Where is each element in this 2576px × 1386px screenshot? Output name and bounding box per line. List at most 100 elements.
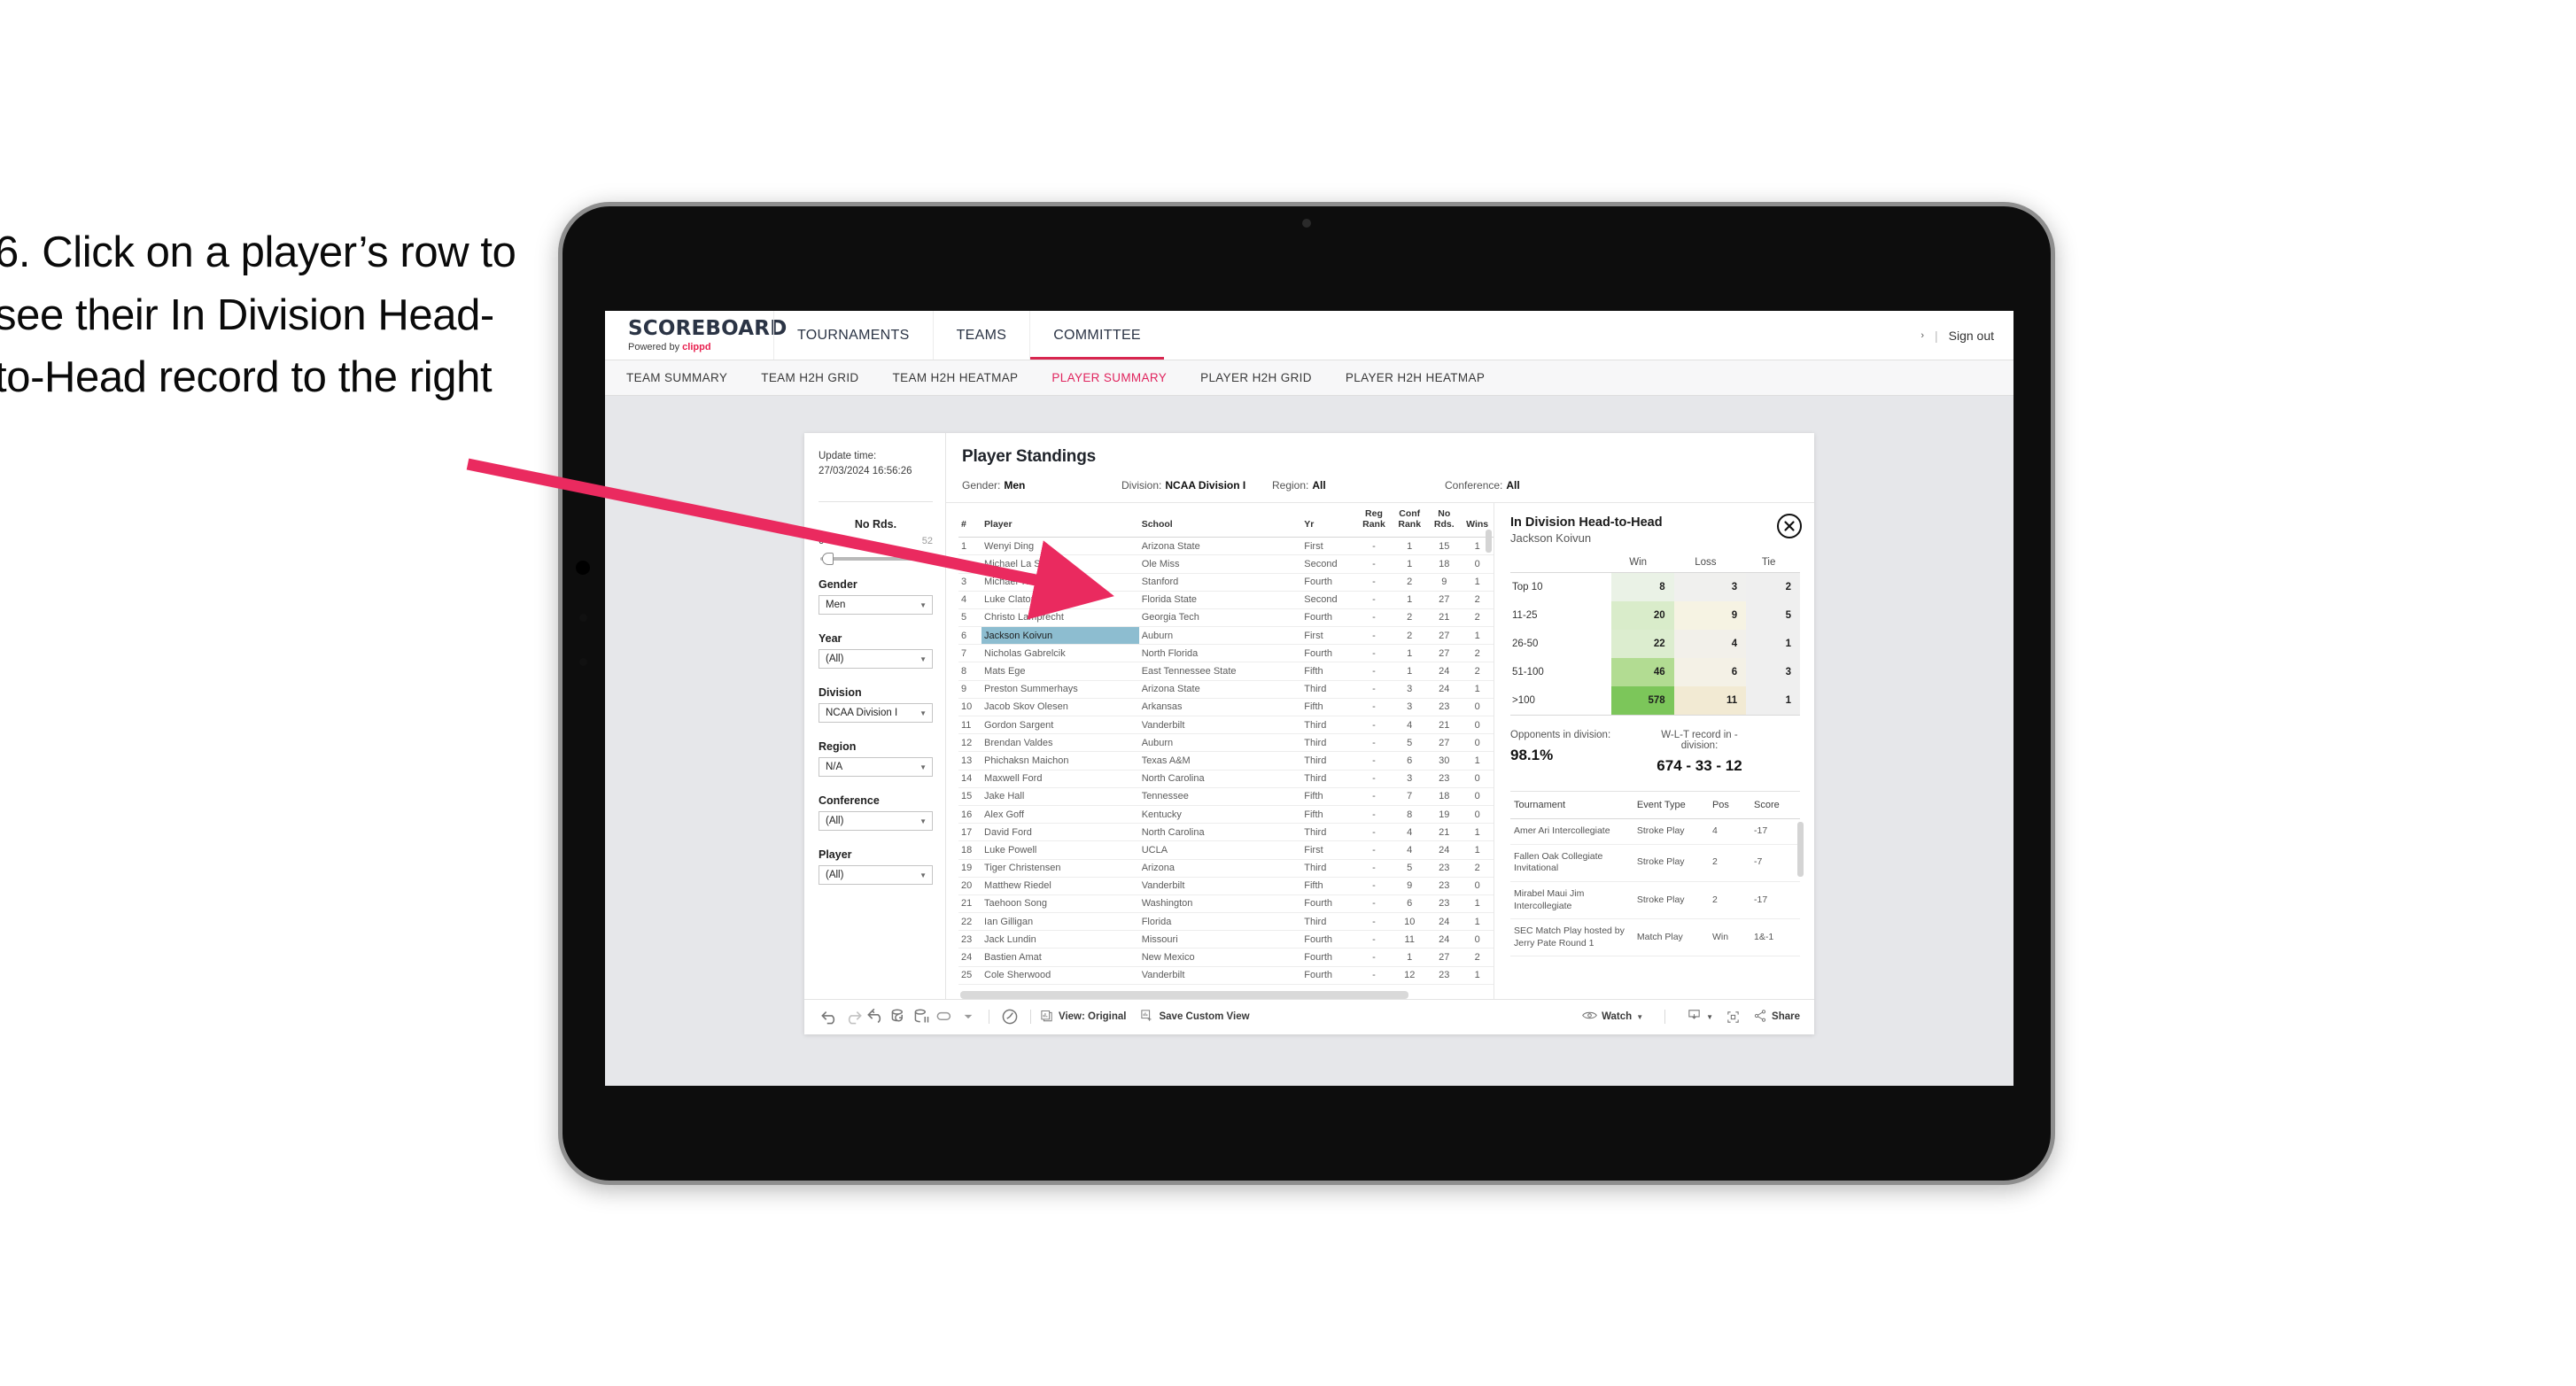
cell-wins: 2 (1461, 859, 1494, 878)
cell-conf-rank: 7 (1392, 787, 1428, 806)
table-row[interactable]: 12 Brendan Valdes Auburn Third -5 27 0 (958, 733, 1494, 753)
cell-rank: 10 (958, 698, 982, 717)
tournament-scrollbar[interactable] (1797, 822, 1804, 877)
heatmap-cell[interactable]: 3 (1746, 658, 1800, 686)
filter-region-select[interactable]: N/A ▼ (819, 757, 933, 778)
cell-wins: 1 (1461, 573, 1494, 592)
cell-year: First (1301, 840, 1356, 860)
sign-out-button[interactable]: Sign out (1949, 329, 1994, 343)
pause-data-icon[interactable] (911, 1005, 934, 1028)
refresh-data-icon[interactable] (888, 1005, 911, 1028)
table-row[interactable]: 13 Phichaksn Maichon Texas A&M Third -6 30 1 (958, 751, 1494, 770)
table-vertical-scrollbar[interactable] (1486, 530, 1492, 553)
download-button[interactable]: ▼ (1687, 1008, 1713, 1026)
table-row[interactable]: 25 Cole Sherwood Vanderbilt Fourth -12 23 1 (958, 966, 1494, 985)
close-icon[interactable] (1777, 514, 1802, 538)
watch-button[interactable]: Watch ▼ (1582, 1010, 1643, 1024)
tournament-row[interactable]: Mirabel Maui Jim Intercollegiate Stroke P… (1510, 881, 1800, 920)
filter-player-select[interactable]: (All) ▼ (819, 865, 933, 886)
tab-team-summary[interactable]: TEAM SUMMARY (626, 371, 727, 384)
tournament-row[interactable]: SEC Match Play hosted by Jerry Pate Roun… (1510, 918, 1800, 957)
nav-committee[interactable]: COMMITTEE (1029, 311, 1164, 360)
cell-event-type: Stroke Play (1633, 818, 1709, 845)
chevron-down-icon[interactable] (957, 1005, 980, 1028)
nav-teams[interactable]: TEAMS (932, 311, 1030, 360)
performance-icon[interactable] (998, 1005, 1021, 1028)
table-row[interactable]: 17 David Ford North Carolina Third -4 21 1 (958, 823, 1494, 842)
filter-year-select[interactable]: (All) ▼ (819, 649, 933, 670)
heatmap-cell[interactable]: 2 (1746, 572, 1800, 601)
table-row[interactable]: 23 Jack Lundin Missouri Fourth -11 24 0 (958, 930, 1494, 949)
heatmap-cell[interactable]: 6 (1673, 658, 1747, 686)
heatmap-cell[interactable]: 1 (1746, 630, 1800, 658)
cell-no-rds: 30 (1427, 751, 1462, 770)
cell-wins: 1 (1461, 823, 1494, 842)
col-year[interactable]: Yr (1301, 503, 1356, 538)
heatmap-cell[interactable]: 9 (1673, 601, 1747, 630)
table-row[interactable]: 7 Nicholas Gabrelcik North Florida Fourth -1… (958, 644, 1494, 663)
view-original-button[interactable]: View: Original (1040, 1009, 1126, 1025)
share-button[interactable]: Share (1753, 1009, 1800, 1026)
cell-school: Texas A&M (1138, 751, 1302, 770)
save-custom-view-button[interactable]: Save Custom View (1140, 1009, 1250, 1025)
heatmap-cell[interactable]: 3 (1673, 572, 1747, 601)
heatmap-cell[interactable]: 1 (1746, 686, 1800, 716)
col-no-rds[interactable]: No Rds. (1427, 503, 1462, 538)
tab-team-h2h-heatmap[interactable]: TEAM H2H HEATMAP (893, 371, 1019, 384)
heatmap-cell[interactable]: 46 (1610, 658, 1674, 686)
tournament-row[interactable]: Fallen Oak Collegiate Invitational Stroke… (1510, 844, 1800, 882)
table-row[interactable]: 16 Alex Goff Kentucky Fifth -8 19 0 (958, 805, 1494, 825)
table-row[interactable]: 15 Jake Hall Tennessee Fifth -7 18 0 (958, 787, 1494, 806)
heatmap-cell[interactable]: 578 (1610, 686, 1674, 716)
tab-player-h2h-heatmap[interactable]: PLAYER H2H HEATMAP (1346, 371, 1485, 384)
filter-conference-select[interactable]: (All) ▼ (819, 811, 933, 832)
table-row[interactable]: 22 Ian Gilligan Florida Third -10 24 1 (958, 912, 1494, 932)
heatmap-cell[interactable]: 22 (1610, 630, 1674, 658)
cell-reg-rank: - (1355, 823, 1393, 842)
heatmap-cell[interactable]: 4 (1673, 630, 1747, 658)
tab-player-summary[interactable]: PLAYER SUMMARY (1051, 371, 1167, 384)
col-event-type[interactable]: Event Type (1633, 792, 1709, 819)
fullscreen-icon[interactable] (1726, 1010, 1741, 1025)
heatmap-cell[interactable]: 5 (1746, 601, 1800, 630)
cell-year: Fifth (1301, 787, 1356, 806)
table-row[interactable]: 19 Tiger Christensen Arizona Third -5 23 2 (958, 859, 1494, 878)
table-row[interactable]: 9 Preston Summerhays Arizona State Third -3 2… (958, 680, 1494, 699)
cell-year: Third (1301, 751, 1356, 770)
table-row[interactable]: 21 Taehoon Song Washington Fourth -6 23 1 (958, 894, 1494, 914)
filter-division-value: NCAA Division I (826, 708, 898, 719)
cell-player: Jack Lundin (982, 930, 1139, 949)
filter-division-select[interactable]: NCAA Division I ▼ (819, 703, 933, 724)
table-row[interactable]: 18 Luke Powell UCLA First -4 24 1 (958, 840, 1494, 860)
table-row[interactable]: 20 Matthew Riedel Vanderbilt Fifth -9 23 0 (958, 877, 1494, 895)
table-horizontal-scrollbar[interactable] (960, 990, 1408, 999)
filter-player-value: (All) (826, 870, 844, 881)
nav-tournaments[interactable]: TOURNAMENTS (773, 311, 933, 360)
redo-icon[interactable] (842, 1005, 865, 1028)
view-original-label: View: Original (1059, 1011, 1127, 1023)
col-reg-rank[interactable]: Reg Rank (1355, 503, 1393, 538)
undo-icon[interactable] (819, 1005, 842, 1028)
cell-pos: Win (1708, 918, 1750, 957)
revert-icon[interactable] (865, 1005, 888, 1028)
table-row[interactable]: 14 Maxwell Ford North Carolina Third -3 23 0 (958, 770, 1494, 788)
heatmap-cell[interactable]: 8 (1610, 572, 1674, 601)
brand-logo[interactable]: SCOREBOARD Powered by clippd (605, 318, 787, 352)
col-pos[interactable]: Pos (1708, 792, 1750, 819)
col-conf-rank[interactable]: Conf Rank (1392, 503, 1428, 538)
col-tournament[interactable]: Tournament (1510, 792, 1633, 819)
pause-updates-icon[interactable] (934, 1005, 957, 1028)
tab-player-h2h-grid[interactable]: PLAYER H2H GRID (1200, 371, 1312, 384)
heatmap-cell[interactable]: 11 (1673, 686, 1747, 716)
tournament-row[interactable]: Amer Ari Intercollegiate Stroke Play 4 -17 (1510, 818, 1800, 845)
table-row[interactable]: 11 Gordon Sargent Vanderbilt Third -4 21 0 (958, 716, 1494, 735)
table-row[interactable]: 10 Jacob Skov Olesen Arkansas Fifth -3 23 0 (958, 698, 1494, 717)
heatmap-cell[interactable]: 20 (1610, 601, 1674, 630)
chevron-right-icon[interactable]: › (1920, 330, 1924, 341)
col-score[interactable]: Score (1750, 792, 1800, 819)
tab-team-h2h-grid[interactable]: TEAM H2H GRID (761, 371, 858, 384)
col-school[interactable]: School (1138, 503, 1302, 538)
heatmap-tbody: Top 10 8 3 2 11-25 20 9 5 26-50 22 4 1 51-100 46 6 3 >10… (1510, 572, 1800, 716)
table-row[interactable]: 8 Mats Ege East Tennessee State Fifth -1 24 2 (958, 662, 1494, 681)
table-row[interactable]: 24 Bastien Amat New Mexico Fourth -1 27 2 (958, 948, 1494, 967)
